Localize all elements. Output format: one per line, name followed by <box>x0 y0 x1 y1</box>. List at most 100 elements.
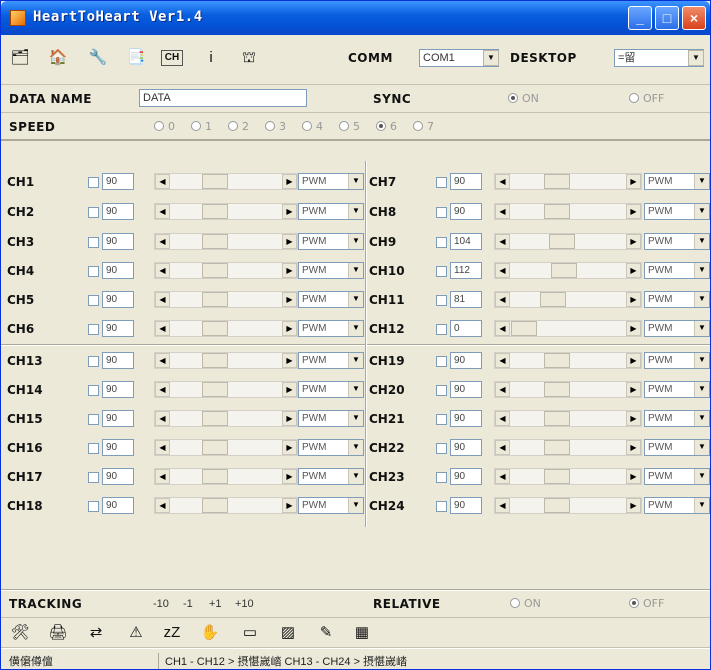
channel-mode-select[interactable]: PWM ▼ <box>644 352 710 369</box>
arrow-right-icon[interactable]: ▶ <box>626 234 641 249</box>
channel-mode-select[interactable]: PWM ▼ <box>298 173 364 190</box>
arrow-right-icon[interactable]: ▶ <box>626 263 641 278</box>
channel-slider[interactable]: ◀ ▶ <box>494 352 642 369</box>
arrow-right-icon[interactable]: ▶ <box>282 440 297 455</box>
arrow-left-icon[interactable]: ◀ <box>155 292 170 307</box>
slider-thumb[interactable] <box>202 292 228 307</box>
arrow-left-icon[interactable]: ◀ <box>155 234 170 249</box>
arrow-right-icon[interactable]: ▶ <box>626 440 641 455</box>
channel-checkbox[interactable] <box>88 443 99 454</box>
speed-radio-1[interactable]: 1 <box>191 120 212 133</box>
channel-slider[interactable]: ◀ ▶ <box>154 381 298 398</box>
channel-mode-select[interactable]: PWM ▼ <box>644 497 710 514</box>
channel-value-input[interactable]: 90 <box>102 410 134 427</box>
speed-radio-4[interactable]: 4 <box>302 120 323 133</box>
network-icon[interactable]: ⇄ <box>85 622 107 644</box>
channel-checkbox[interactable] <box>436 414 447 425</box>
chevron-down-icon[interactable]: ▼ <box>694 263 709 278</box>
channel-value-input[interactable]: 90 <box>102 320 134 337</box>
channel-value-input[interactable]: 90 <box>102 233 134 250</box>
slider-thumb[interactable] <box>511 321 537 336</box>
speed-radio-0[interactable]: 0 <box>154 120 175 133</box>
arrow-left-icon[interactable]: ◀ <box>495 174 510 189</box>
tracking-button-0[interactable]: -10 <box>153 598 169 610</box>
channel-slider[interactable]: ◀ ▶ <box>494 262 642 279</box>
arrow-right-icon[interactable]: ▶ <box>282 353 297 368</box>
sleep-icon[interactable]: zZ <box>161 622 183 644</box>
channel-checkbox[interactable] <box>436 177 447 188</box>
channel-value-input[interactable]: 90 <box>102 203 134 220</box>
tools-icon[interactable]: 🛠 <box>9 622 31 644</box>
arrow-left-icon[interactable]: ◀ <box>495 469 510 484</box>
chevron-down-icon[interactable]: ▼ <box>694 321 709 336</box>
transfer-icon[interactable]: 🖨 <box>47 622 69 644</box>
channel-value-input[interactable]: 90 <box>102 381 134 398</box>
close-button[interactable]: × <box>682 6 706 30</box>
channel-slider[interactable]: ◀ ▶ <box>494 439 642 456</box>
edit-icon[interactable]: ✎ <box>315 622 337 644</box>
channel-checkbox[interactable] <box>436 443 447 454</box>
channel-slider[interactable]: ◀ ▶ <box>494 320 642 337</box>
arrow-right-icon[interactable]: ▶ <box>282 174 297 189</box>
arrow-left-icon[interactable]: ◀ <box>495 234 510 249</box>
channel-slider[interactable]: ◀ ▶ <box>154 203 298 220</box>
slider-thumb[interactable] <box>202 204 228 219</box>
channel-checkbox[interactable] <box>436 266 447 277</box>
arrow-right-icon[interactable]: ▶ <box>626 174 641 189</box>
arrow-left-icon[interactable]: ◀ <box>495 263 510 278</box>
channel-mode-select[interactable]: PWM ▼ <box>644 203 710 220</box>
slider-thumb[interactable] <box>544 204 570 219</box>
slider-thumb[interactable] <box>202 440 228 455</box>
tracking-button-2[interactable]: +1 <box>209 598 222 610</box>
chevron-down-icon[interactable]: ▼ <box>348 204 363 219</box>
channel-checkbox[interactable] <box>88 207 99 218</box>
channel-mode-select[interactable]: PWM ▼ <box>644 173 710 190</box>
slider-thumb[interactable] <box>202 174 228 189</box>
channel-checkbox[interactable] <box>436 237 447 248</box>
chevron-down-icon[interactable]: ▼ <box>688 50 704 66</box>
chevron-down-icon[interactable]: ▼ <box>348 292 363 307</box>
arrow-right-icon[interactable]: ▶ <box>626 411 641 426</box>
slider-thumb[interactable] <box>549 234 575 249</box>
arrow-left-icon[interactable]: ◀ <box>155 174 170 189</box>
relative-on-radio[interactable]: ON <box>510 597 541 610</box>
minimize-button[interactable]: _ <box>628 6 652 30</box>
slider-thumb[interactable] <box>202 353 228 368</box>
channel-value-input[interactable]: 90 <box>450 173 482 190</box>
chevron-down-icon[interactable]: ▼ <box>348 234 363 249</box>
channel-checkbox[interactable] <box>88 177 99 188</box>
slider-thumb[interactable] <box>544 411 570 426</box>
grid-icon[interactable]: ▦ <box>351 622 373 644</box>
arrow-left-icon[interactable]: ◀ <box>495 440 510 455</box>
arrow-right-icon[interactable]: ▶ <box>626 353 641 368</box>
arrow-left-icon[interactable]: ◀ <box>155 263 170 278</box>
speed-radio-3[interactable]: 3 <box>265 120 286 133</box>
sync-on-radio[interactable]: ON <box>508 92 539 105</box>
arrow-left-icon[interactable]: ◀ <box>155 469 170 484</box>
arrow-right-icon[interactable]: ▶ <box>626 469 641 484</box>
channel-mode-select[interactable]: PWM ▼ <box>644 262 710 279</box>
arrow-left-icon[interactable]: ◀ <box>495 382 510 397</box>
slider-thumb[interactable] <box>202 263 228 278</box>
channel-slider[interactable]: ◀ ▶ <box>154 173 298 190</box>
chevron-down-icon[interactable]: ▼ <box>348 411 363 426</box>
channel-value-input[interactable]: 90 <box>450 203 482 220</box>
channel-checkbox[interactable] <box>88 414 99 425</box>
open-icon[interactable]: 🗂 <box>9 47 31 69</box>
arrow-right-icon[interactable]: ▶ <box>282 411 297 426</box>
arrow-right-icon[interactable]: ▶ <box>282 321 297 336</box>
channel-checkbox[interactable] <box>88 385 99 396</box>
channel-value-input[interactable]: 90 <box>450 352 482 369</box>
channel-slider[interactable]: ◀ ▶ <box>494 468 642 485</box>
speed-radio-7[interactable]: 7 <box>413 120 434 133</box>
speed-radio-6[interactable]: 6 <box>376 120 397 133</box>
channel-mode-select[interactable]: PWM ▼ <box>644 381 710 398</box>
title-bar[interactable]: HeartToHeart Ver1.4 _ □ × <box>1 1 710 35</box>
chevron-down-icon[interactable]: ▼ <box>348 174 363 189</box>
arrow-right-icon[interactable]: ▶ <box>626 204 641 219</box>
chevron-down-icon[interactable]: ▼ <box>348 321 363 336</box>
window-icon[interactable]: ▭ <box>239 622 261 644</box>
channel-value-input[interactable]: 90 <box>102 173 134 190</box>
arrow-right-icon[interactable]: ▶ <box>626 498 641 513</box>
channel-value-input[interactable]: 90 <box>450 410 482 427</box>
